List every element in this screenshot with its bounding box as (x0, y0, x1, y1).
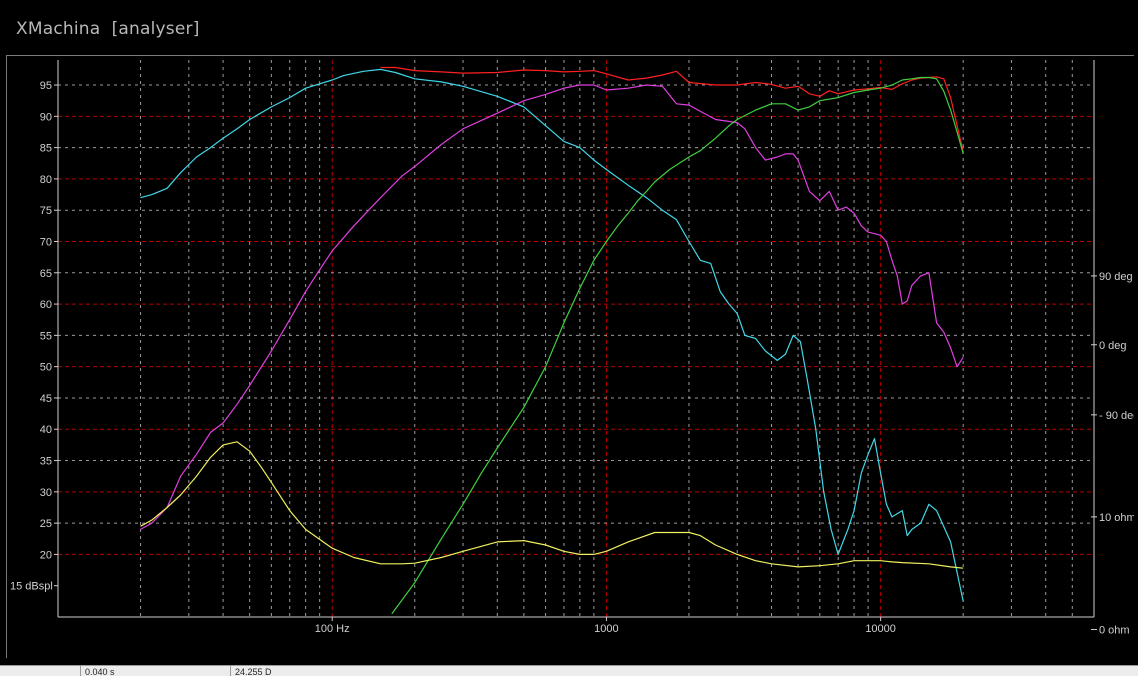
series-line-3 (391, 76, 964, 615)
right-axis-label: 0 deg (1099, 340, 1127, 352)
right-axis-label: 0 ohm (1099, 625, 1130, 637)
x-tick-label: 1000 (594, 623, 618, 635)
x-tick-label: 10000 (865, 623, 896, 635)
right-axis-label: 10 ohm (1099, 512, 1134, 524)
right-axis-label: 90 deg (1099, 271, 1133, 283)
y-tick-label: 45 (40, 393, 52, 405)
analyser-window: XMachina [analyser] 20 25 30 35 40 45 50 55 60 65… (0, 0, 1138, 676)
series-line-2 (140, 84, 964, 530)
y-tick-label: 90 (40, 111, 52, 123)
x-tick-label: 100 Hz (315, 623, 350, 635)
y-tick-label: 80 (40, 174, 52, 186)
plot-frame: 20 25 30 35 40 45 50 55 60 65 70 75 80 85 90 95 15 dBspl… (6, 55, 1134, 658)
y-tick-label: 75 (40, 205, 52, 217)
status-bar: 0.040 s 24.255 D (0, 665, 1138, 676)
frequency-response-chart[interactable]: 20 25 30 35 40 45 50 55 60 65 70 75 80 85 90 95 15 dBspl… (7, 56, 1134, 658)
y-tick-label: 35 (40, 456, 52, 468)
y-tick-label: 30 (40, 487, 52, 499)
window-title: XMachina [analyser] (16, 19, 200, 39)
y-tick-label: 20 (40, 549, 52, 561)
y-tick-label: 70 (40, 236, 52, 248)
y-tick-label: 85 (40, 143, 52, 155)
right-axis-label: - 90 deg (1099, 410, 1134, 422)
y-tick-label: 65 (40, 268, 52, 280)
y-tick-label: 60 (40, 299, 52, 311)
y-tick-label: 40 (40, 424, 52, 436)
series-line-0 (380, 66, 964, 153)
y-tick-label: 50 (40, 362, 52, 374)
y-bottom-label: 15 dBspl (10, 581, 53, 593)
y-tick-label: 55 (40, 330, 52, 342)
y-tick-label: 25 (40, 518, 52, 530)
y-tick-label: 95 (40, 80, 52, 92)
